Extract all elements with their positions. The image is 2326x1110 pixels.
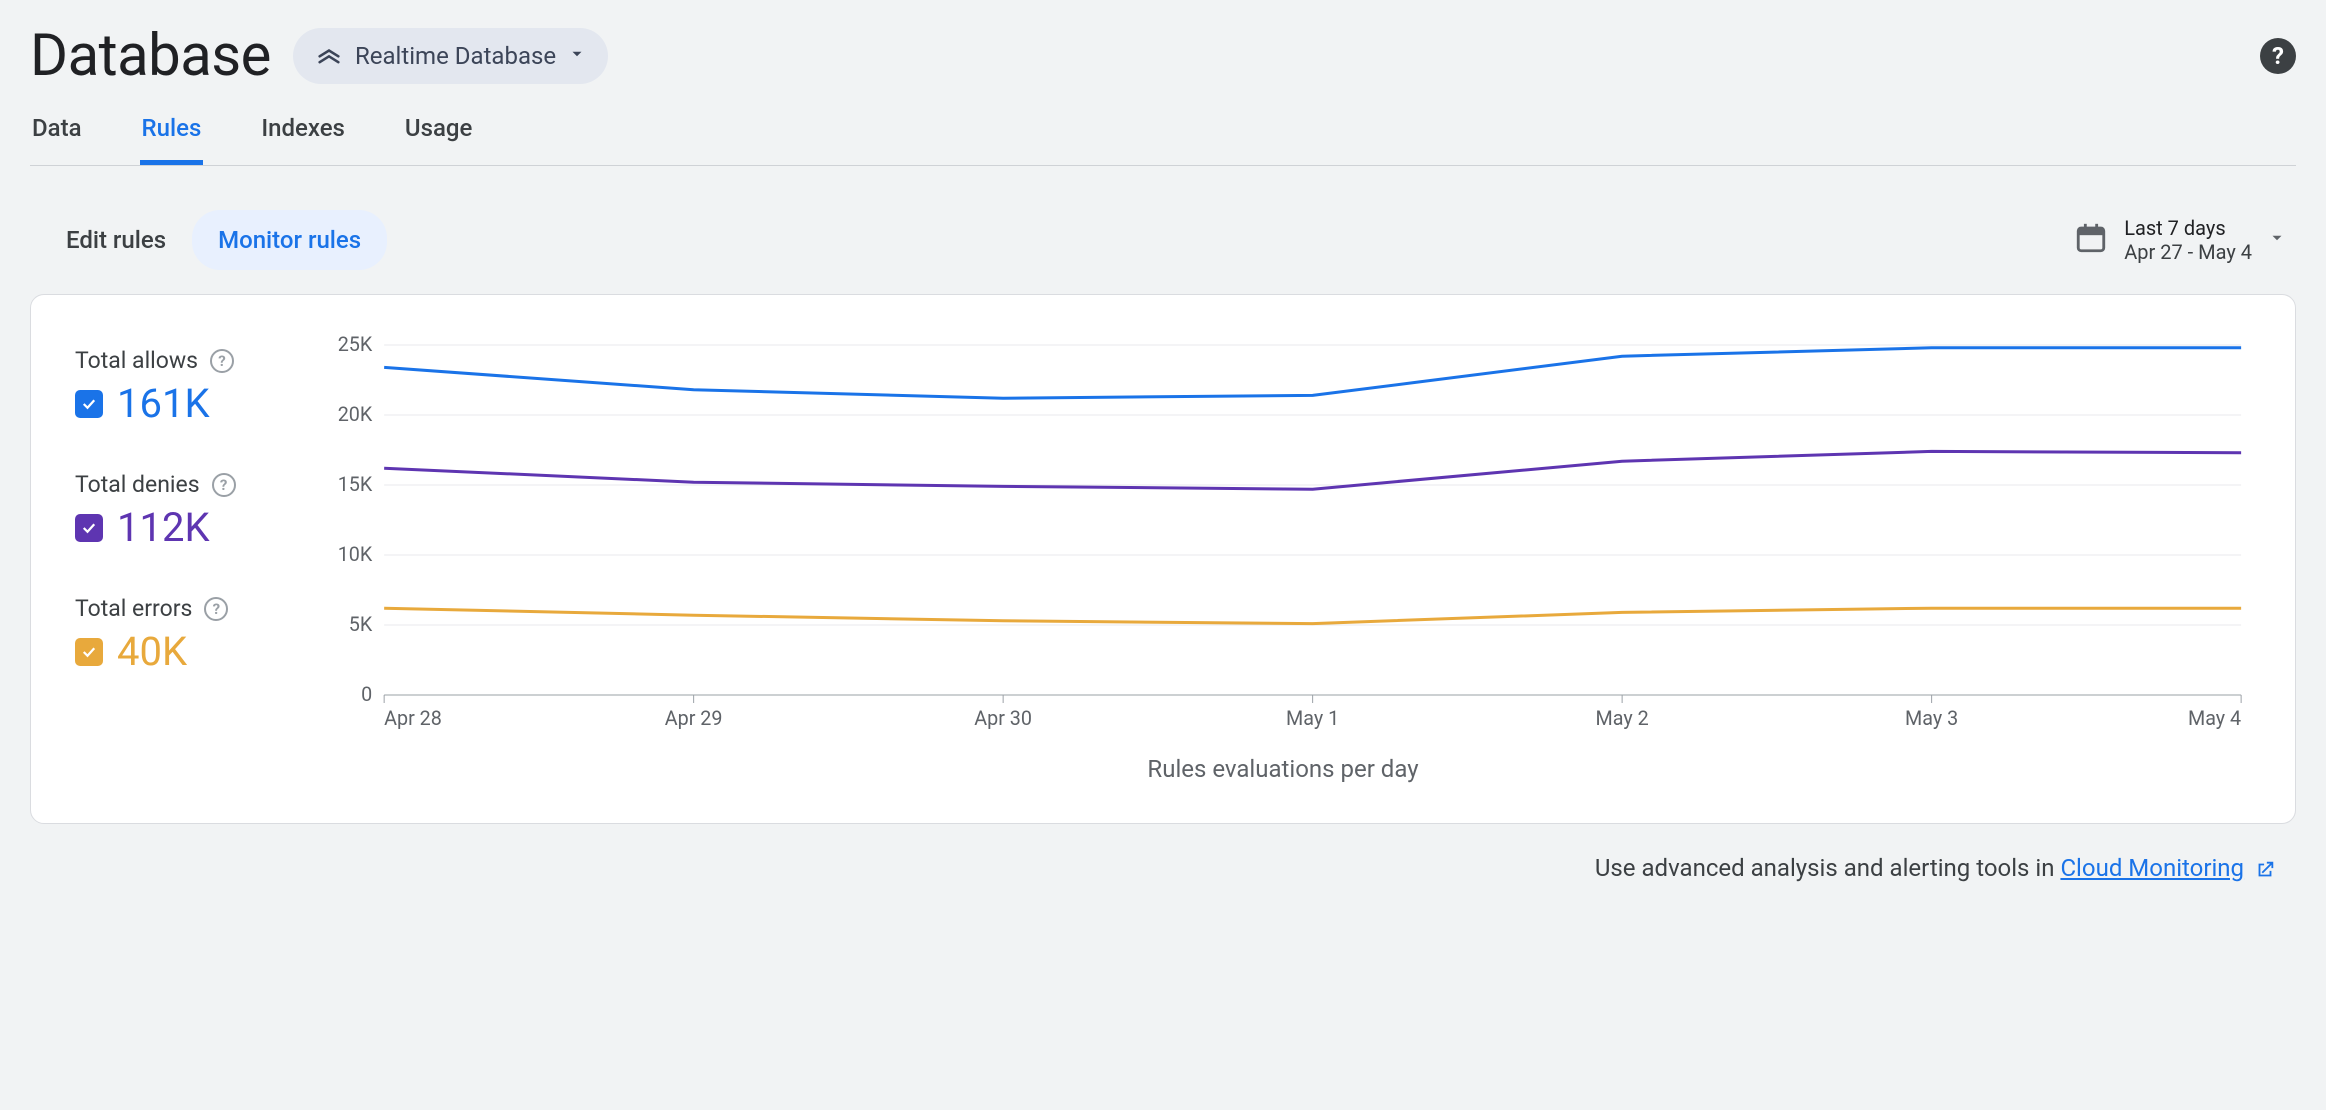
tab-rules[interactable]: Rules (140, 108, 204, 165)
rules-chart: 0 5K 10K 15K 20K 25K Apr 28 Apr 29 Apr 30 May 1 Ma… (315, 335, 2251, 735)
svg-text:May 4: May 4 (2188, 707, 2241, 730)
legend-allows-value: 161K (117, 380, 210, 427)
legend-errors-checkbox[interactable] (75, 638, 103, 666)
legend-errors-value: 40K (117, 628, 187, 675)
svg-text:5K: 5K (349, 613, 373, 636)
svg-text:May 3: May 3 (1905, 707, 1958, 730)
footer-note: Use advanced analysis and alerting tools… (30, 824, 2296, 882)
database-type-icon (315, 40, 343, 72)
subtab-monitor-rules[interactable]: Monitor rules (192, 210, 387, 270)
tab-indexes[interactable]: Indexes (259, 108, 347, 165)
legend-denies-label: Total denies (75, 471, 200, 498)
svg-text:0: 0 (361, 683, 372, 706)
page-title: Database (30, 22, 271, 90)
cloud-monitoring-link[interactable]: Cloud Monitoring (2060, 854, 2244, 882)
legend-errors: Total errors ? 40K (75, 595, 285, 675)
chevron-down-icon (568, 45, 586, 67)
legend-allows-label: Total allows (75, 347, 198, 374)
svg-text:Apr 28: Apr 28 (384, 707, 442, 730)
svg-text:15K: 15K (338, 473, 373, 496)
database-selector[interactable]: Realtime Database (293, 28, 608, 84)
svg-text:20K: 20K (338, 403, 373, 426)
svg-text:Apr 29: Apr 29 (665, 707, 723, 730)
date-range-dates: Apr 27 - May 4 (2124, 240, 2252, 264)
legend-errors-label: Total errors (75, 595, 192, 622)
calendar-icon (2074, 221, 2108, 259)
help-icon[interactable]: ? (204, 597, 228, 621)
svg-text:10K: 10K (338, 543, 373, 566)
database-selector-label: Realtime Database (355, 42, 556, 70)
svg-text:May 1: May 1 (1286, 707, 1339, 730)
svg-text:Apr 30: Apr 30 (974, 707, 1032, 730)
legend-denies-value: 112K (117, 504, 210, 551)
main-tabs: Data Rules Indexes Usage (30, 108, 2296, 166)
rules-subtabs: Edit rules Monitor rules (40, 210, 387, 270)
legend-allows: Total allows ? 161K (75, 347, 285, 427)
tab-data[interactable]: Data (30, 108, 84, 165)
chevron-down-icon (2268, 229, 2286, 251)
help-button[interactable]: ? (2260, 38, 2296, 74)
chart-card: Total allows ? 161K Total denies ? 112K (30, 294, 2296, 824)
help-icon: ? (2272, 42, 2284, 70)
svg-text:May 2: May 2 (1596, 707, 1649, 730)
help-icon[interactable]: ? (210, 349, 234, 373)
external-link-icon (2250, 854, 2276, 882)
legend-allows-checkbox[interactable] (75, 390, 103, 418)
help-icon[interactable]: ? (212, 473, 236, 497)
subtab-edit-rules[interactable]: Edit rules (40, 210, 192, 270)
svg-text:25K: 25K (338, 335, 373, 356)
footer-text: Use advanced analysis and alerting tools… (1595, 854, 2061, 882)
chart-xlabel: Rules evaluations per day (315, 755, 2251, 783)
date-range-picker[interactable]: Last 7 days Apr 27 - May 4 (2074, 216, 2286, 264)
legend-denies: Total denies ? 112K (75, 471, 285, 551)
legend-denies-checkbox[interactable] (75, 514, 103, 542)
tab-usage[interactable]: Usage (403, 108, 474, 165)
date-range-label: Last 7 days (2124, 216, 2252, 240)
